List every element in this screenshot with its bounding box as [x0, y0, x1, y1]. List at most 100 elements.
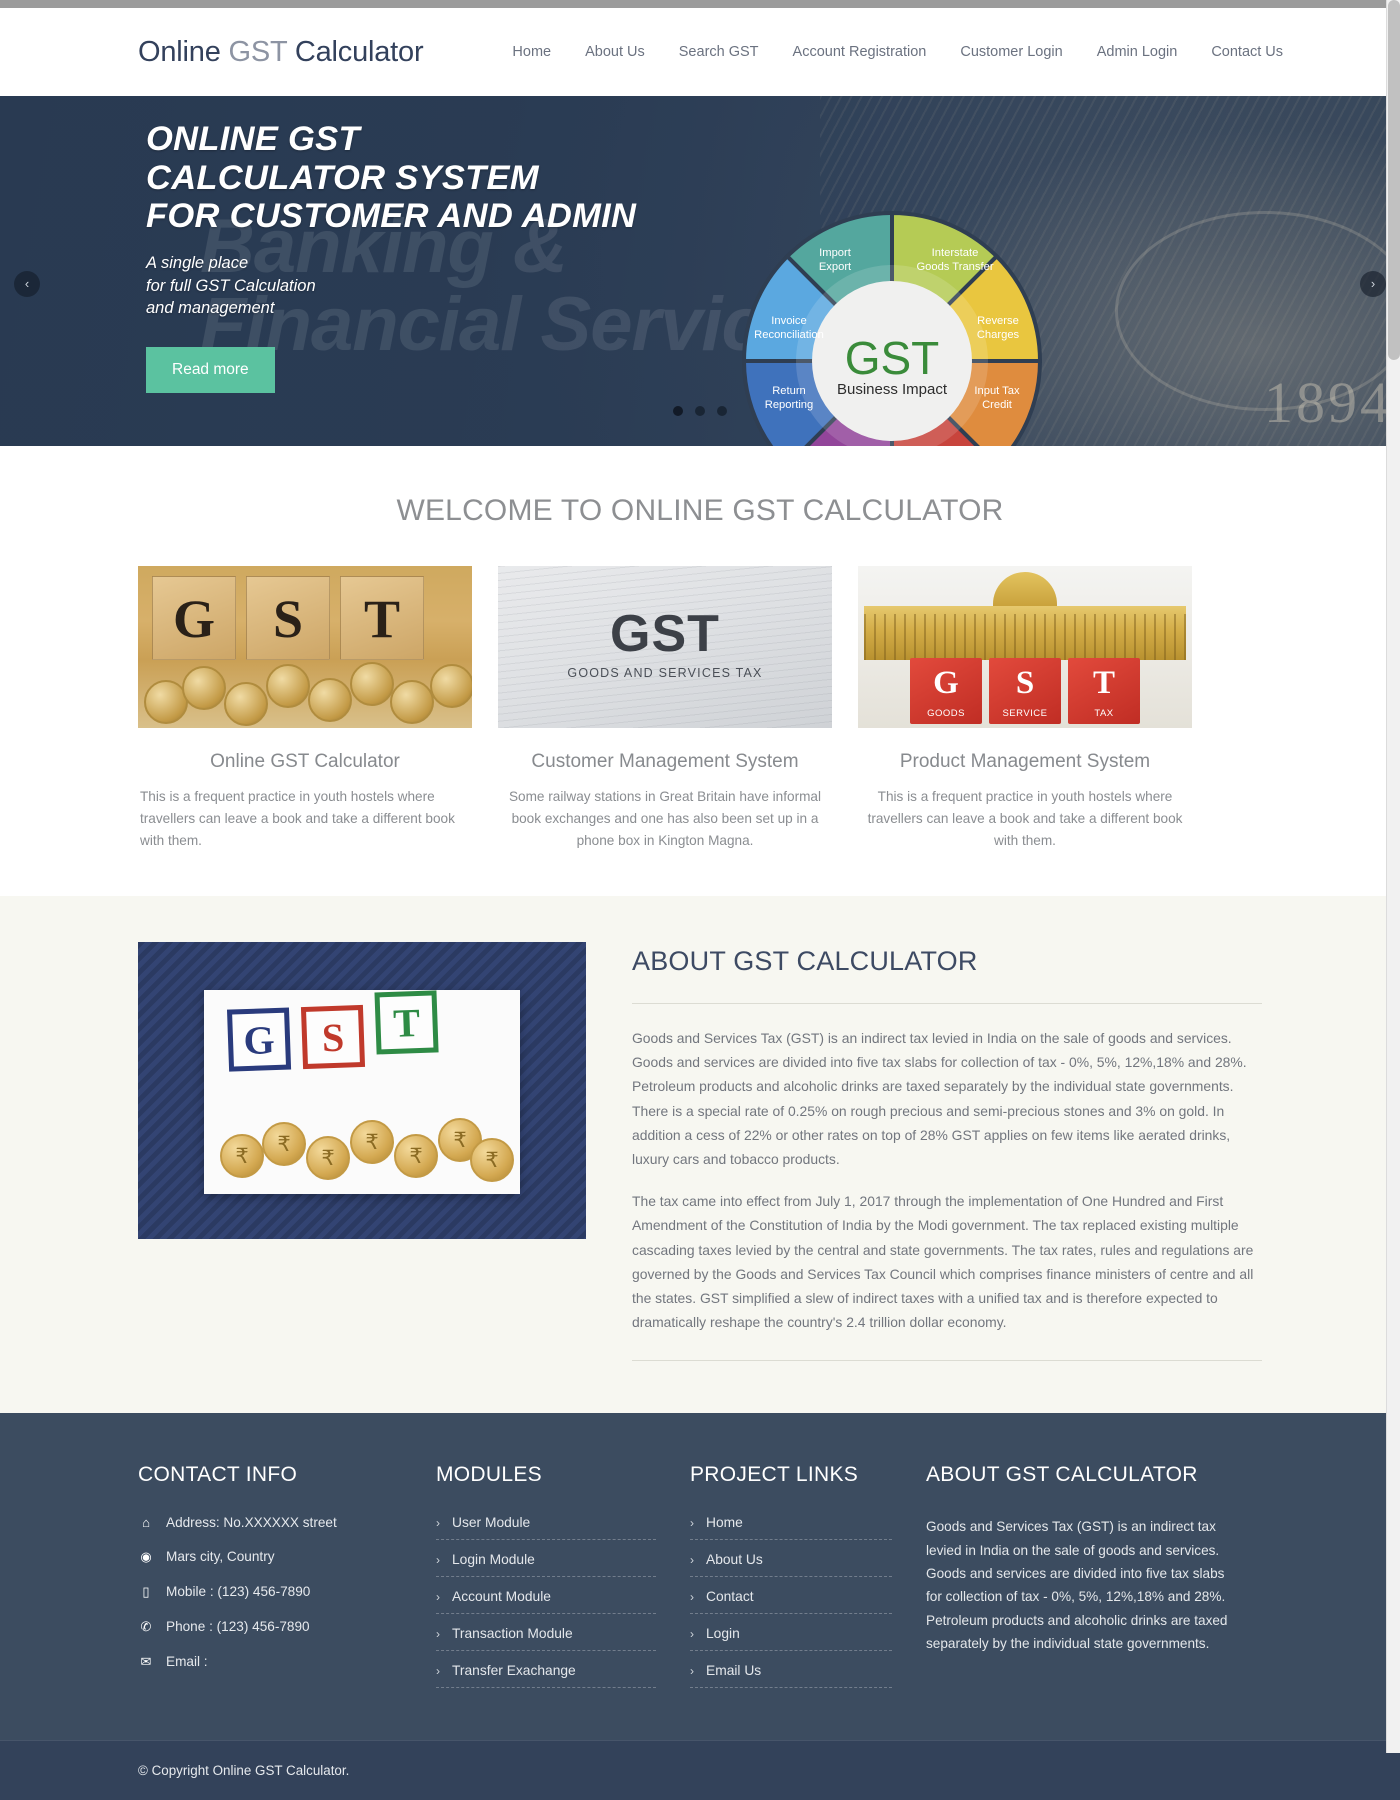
project-link-label: Login — [706, 1626, 740, 1642]
chevron-right-icon: › — [436, 1626, 440, 1641]
module-link-transaction-module[interactable]: › Transaction Module — [436, 1626, 656, 1641]
card-description: Some railway stations in Great Britain h… — [508, 789, 822, 849]
contact-phone-text: Phone : (123) 456-7890 — [166, 1619, 310, 1635]
hero-title: ONLINE GST CALCULATOR SYSTEM FOR CUSTOME… — [146, 120, 1400, 236]
about-divider-top — [632, 1003, 1262, 1005]
list-item[interactable]: › About Us — [690, 1552, 892, 1578]
letter-square-t: T — [374, 990, 439, 1055]
project-link-login[interactable]: › Login — [690, 1626, 892, 1641]
list-item[interactable]: › Account Module — [436, 1589, 656, 1615]
nav-item-contact-us[interactable]: Contact Us — [1194, 34, 1300, 70]
list-item[interactable]: › Email Us — [690, 1663, 892, 1689]
rupee-coin: ₹ — [262, 1122, 306, 1167]
gst-newspaper-image: GST GOODS AND SERVICES TAX — [498, 566, 832, 728]
chevron-right-icon: › — [690, 1515, 694, 1530]
list-item[interactable]: › Transaction Module — [436, 1626, 656, 1652]
newspaper-subtitle-text: GOODS AND SERVICES TAX — [567, 666, 763, 680]
wooden-blocks: G S T — [152, 576, 424, 660]
list-item[interactable]: › Login — [690, 1626, 892, 1652]
carousel-prev-arrow-icon[interactable]: ‹ — [14, 271, 40, 297]
footer-column-contact-info: CONTACT INFO ⌂ Address: No.XXXXXX street… — [138, 1463, 436, 1700]
list-item[interactable]: › Contact — [690, 1589, 892, 1615]
home-icon: ⌂ — [142, 1515, 150, 1531]
hero-title-line2: CALCULATOR SYSTEM — [146, 158, 539, 197]
carousel-next-arrow-icon[interactable]: › — [1360, 271, 1386, 297]
card-title: Online GST Calculator — [210, 751, 400, 772]
card-image-wrapper: G GOODS S SERVICE T TAX — [858, 566, 1192, 728]
carousel-dot-3[interactable] — [717, 406, 728, 416]
nav-item-about-us[interactable]: About Us — [568, 34, 662, 70]
card-image-wrapper: GST GOODS AND SERVICES TAX — [498, 566, 832, 728]
rupee-coin: ₹ — [220, 1134, 264, 1179]
chevron-right-icon: › — [690, 1626, 694, 1641]
project-link-contact[interactable]: › Contact — [690, 1589, 892, 1604]
about-heading: ABOUT GST CALCULATOR — [632, 946, 978, 977]
chevron-right-icon: › — [436, 1663, 440, 1678]
cube-letter: G — [933, 665, 959, 701]
chevron-right-icon: › — [690, 1663, 694, 1678]
module-link-user-module[interactable]: › User Module — [436, 1515, 656, 1530]
newspaper-gst-text: GST — [610, 605, 720, 663]
rupee-coin: ₹ — [394, 1134, 438, 1179]
scrollbar-thumb[interactable] — [1388, 0, 1400, 360]
cube-letter: S — [1015, 665, 1035, 701]
coin — [182, 666, 226, 710]
hero-title-line1: ONLINE GST — [146, 120, 360, 158]
footer-heading-about: ABOUT GST CALCULATOR — [926, 1463, 1198, 1487]
gst-wooden-blocks-coins-image: G S T — [138, 566, 472, 728]
cube-tax: T TAX — [1068, 658, 1140, 724]
gst-blocks-rupee-coins-illustration: G S T ₹ ₹ ₹ ₹ ₹ ₹ ₹ — [138, 942, 586, 1240]
nav-item-customer-login[interactable]: Customer Login — [943, 34, 1079, 70]
cube-service: S SERVICE — [989, 658, 1061, 724]
contact-email-text: Email : — [166, 1654, 208, 1670]
coin — [266, 664, 310, 708]
cube-word: SERVICE — [1002, 708, 1048, 719]
block-letter-t: T — [340, 576, 424, 660]
carousel-dot-1[interactable] — [672, 406, 683, 416]
about-section: G S T ₹ ₹ ₹ ₹ ₹ ₹ ₹ ABOUT GST CALCULATOR… — [0, 896, 1400, 1414]
logo-part-gst: GST — [228, 35, 295, 68]
list-item[interactable]: › User Module — [436, 1515, 656, 1541]
module-link-login-module[interactable]: › Login Module — [436, 1552, 656, 1567]
chevron-right-icon: › — [436, 1552, 440, 1567]
about-inner: G S T ₹ ₹ ₹ ₹ ₹ ₹ ₹ ABOUT GST CALCULATOR… — [0, 942, 1400, 1362]
feature-card-customer-management-system[interactable]: GST GOODS AND SERVICES TAX Customer Mana… — [498, 566, 832, 852]
list-item[interactable]: › Transfer Exachange — [436, 1663, 656, 1689]
nav-item-account-registration[interactable]: Account Registration — [776, 34, 944, 70]
chevron-right-icon: › — [690, 1552, 694, 1567]
letter-square-g: G — [226, 1007, 292, 1072]
module-link-account-module[interactable]: › Account Module — [436, 1589, 656, 1604]
chevron-right-icon: › — [690, 1589, 694, 1604]
nav-item-home[interactable]: Home — [495, 34, 568, 70]
page-scrollbar[interactable] — [1386, 0, 1400, 1753]
contact-row-address: ⌂ Address: No.XXXXXX street — [138, 1515, 402, 1530]
about-paragraph-2: The tax came into effect from July 1, 20… — [632, 1193, 1254, 1331]
project-link-home[interactable]: › Home — [690, 1515, 892, 1530]
project-link-email-us[interactable]: › Email Us — [690, 1663, 892, 1678]
contact-row-phone: ✆ Phone : (123) 456-7890 — [138, 1619, 402, 1635]
block-letter-s: S — [246, 576, 330, 660]
hero-subtitle: A single place for full GST Calculation … — [146, 252, 1400, 320]
location-pin-icon: ◉ — [140, 1549, 152, 1565]
carousel-dot-2[interactable] — [695, 406, 705, 416]
coin — [350, 662, 394, 706]
hero-subtitle-line1: A single place — [146, 253, 249, 272]
nav-item-admin-login[interactable]: Admin Login — [1080, 34, 1195, 70]
block-letter-g: G — [152, 576, 236, 660]
list-item[interactable]: › Home — [690, 1515, 892, 1541]
illustration-white-card: G S T ₹ ₹ ₹ ₹ ₹ ₹ ₹ — [204, 990, 520, 1195]
project-link-about-us[interactable]: › About Us — [690, 1552, 892, 1567]
list-item[interactable]: › Login Module — [436, 1552, 656, 1578]
module-link-transfer-exachange[interactable]: › Transfer Exachange — [436, 1663, 656, 1678]
read-more-button[interactable]: Read more — [146, 347, 275, 394]
logo-part-online: Online — [138, 35, 229, 68]
nav-item-search-gst[interactable]: Search GST — [662, 34, 776, 70]
contact-row-city: ◉ Mars city, Country — [138, 1549, 402, 1565]
feature-card-product-management-system[interactable]: G GOODS S SERVICE T TAX Product Manageme… — [858, 566, 1192, 852]
feature-card-online-gst-calculator[interactable]: G S T Online GST Calculator This is a fr… — [138, 566, 472, 852]
about-text-block: ABOUT GST CALCULATOR Goods and Services … — [632, 942, 1262, 1362]
site-logo[interactable]: Online GST Calculator — [138, 35, 424, 69]
card-description: This is a frequent practice in youth hos… — [140, 789, 455, 849]
footer-heading-modules: MODULES — [436, 1463, 542, 1487]
rupee-coin: ₹ — [306, 1136, 350, 1181]
